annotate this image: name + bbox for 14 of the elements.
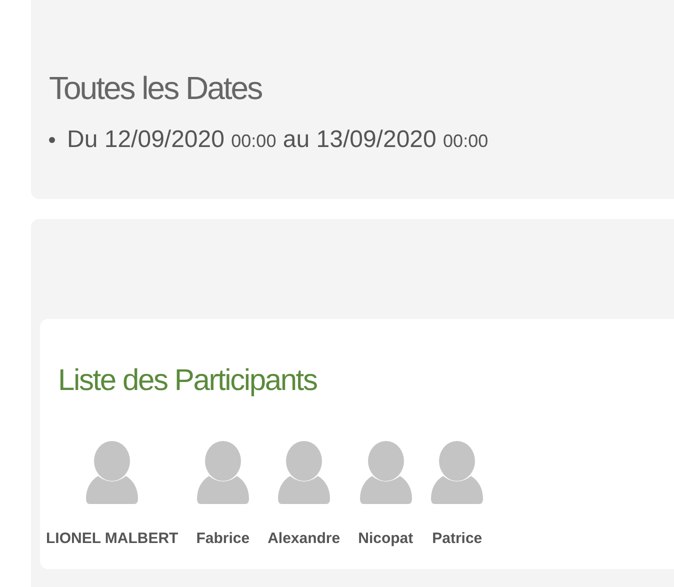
bullet-icon [49, 137, 55, 143]
date-range: Du 12/09/2020 00:00 au 13/09/2020 00:00 [67, 125, 488, 155]
participant-name: Alexandre [268, 529, 340, 549]
participant-name: LIONEL MALBERT [46, 529, 178, 549]
user-avatar-icon [196, 441, 249, 504]
section-title: Toutes les Dates [49, 69, 262, 108]
user-avatar-icon [86, 441, 138, 504]
participant-name: Fabrice [196, 529, 250, 549]
participant-name: Patrice [432, 529, 482, 549]
user-avatar-icon [431, 441, 484, 504]
section-title: Liste des Participants [58, 363, 317, 399]
user-avatar-icon [278, 441, 330, 504]
user-avatar-icon [360, 441, 412, 504]
participant-name: Nicopat [358, 529, 414, 549]
